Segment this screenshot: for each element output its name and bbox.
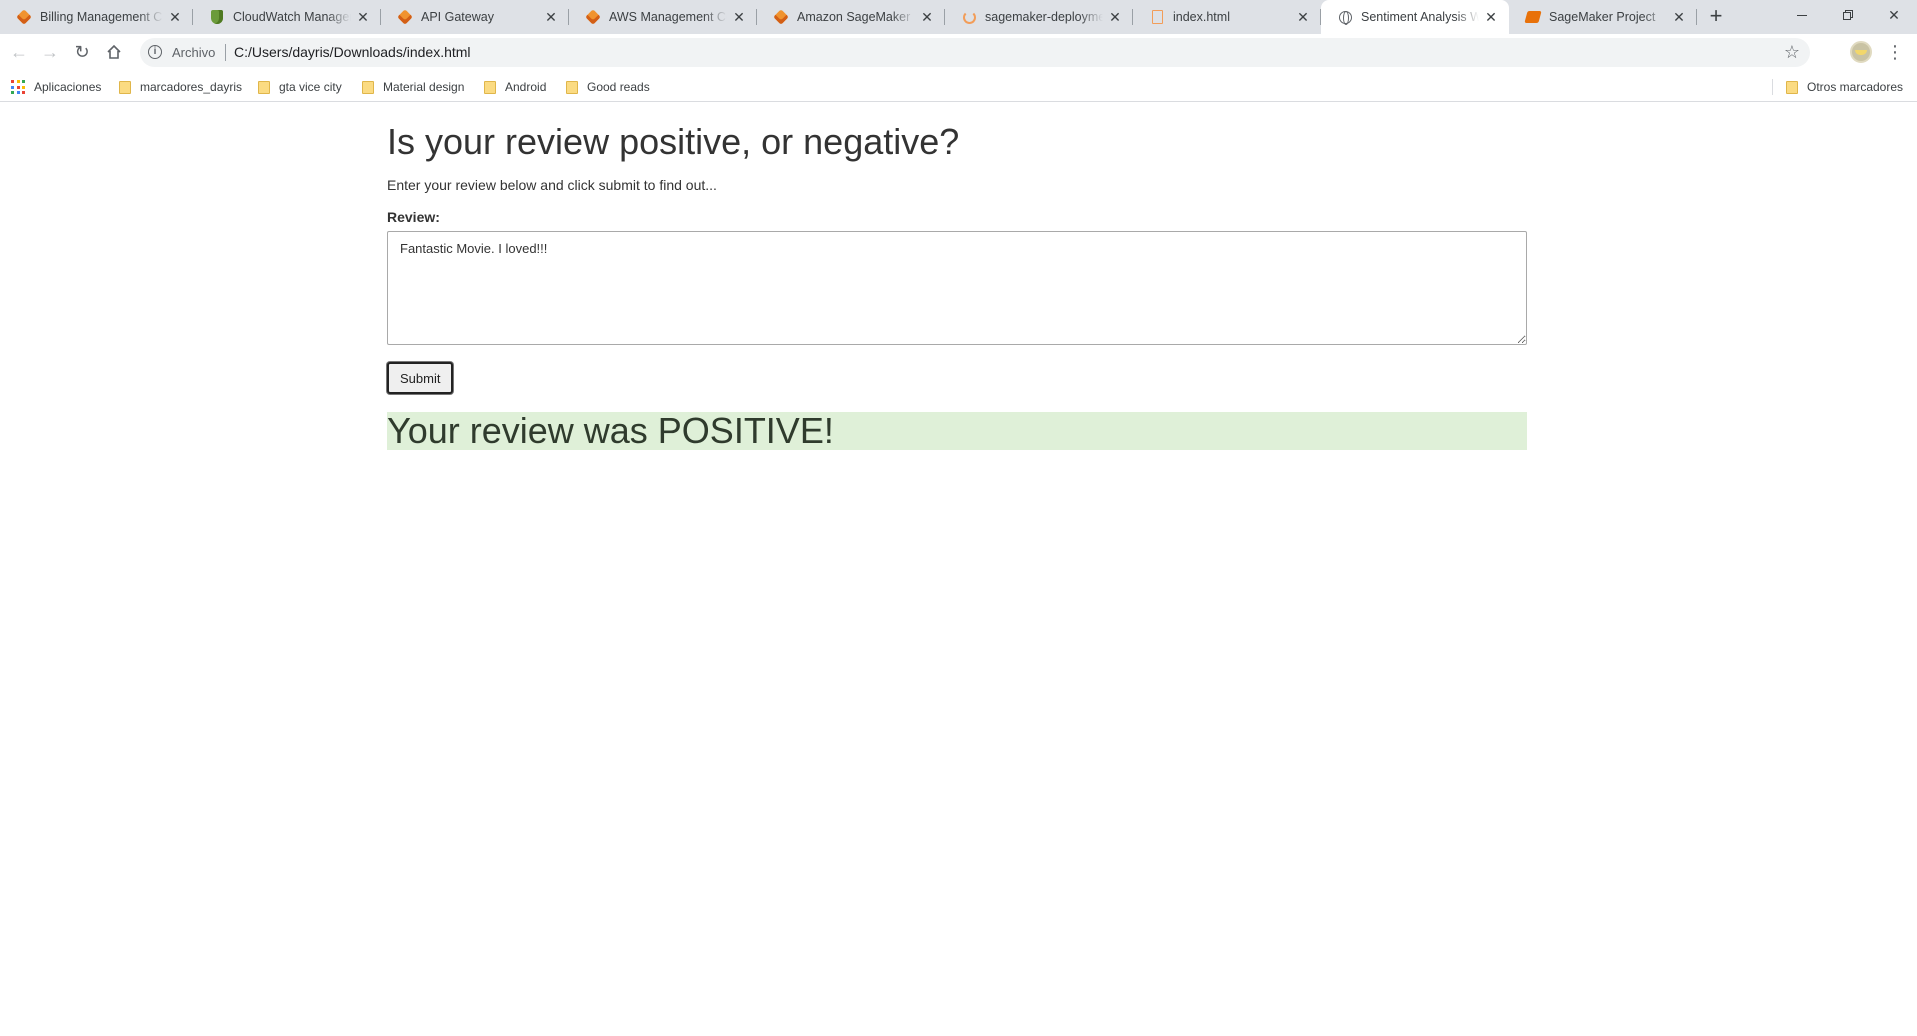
tab-title: Billing Management Co — [40, 10, 163, 24]
tab-cloudwatch[interactable]: CloudWatch Managem ✕ — [193, 0, 381, 34]
submit-button[interactable]: Submit — [387, 362, 454, 394]
back-arrow-icon: ← — [10, 41, 28, 62]
page-title: Is your review positive, or negative? — [387, 121, 960, 162]
profile-avatar[interactable] — [1850, 41, 1872, 63]
home-button[interactable] — [100, 38, 128, 66]
restore-button[interactable] — [1825, 0, 1871, 30]
bookmark-folder[interactable]: gta vice city — [258, 76, 342, 98]
tab-title: Sentiment Analysis We — [1361, 10, 1479, 24]
address-scheme-label: Archivo — [172, 45, 216, 60]
review-label: Review: — [387, 209, 440, 225]
tab-title: index.html — [1173, 10, 1230, 24]
tab-title: CloudWatch Managem — [233, 10, 351, 24]
close-icon[interactable]: ✕ — [167, 9, 183, 25]
close-icon[interactable]: ✕ — [1671, 9, 1687, 25]
folder-icon — [566, 80, 578, 94]
aws-icon — [397, 9, 413, 25]
close-window-button[interactable]: ✕ — [1871, 0, 1917, 30]
home-icon — [107, 44, 121, 59]
bookmark-label: marcadores_dayris — [140, 80, 243, 94]
bookmark-label: Good reads — [587, 80, 650, 94]
bookmark-label: gta vice city — [279, 80, 342, 94]
tab-strip: Billing Management Co ✕ CloudWatch Manag… — [0, 0, 1917, 34]
bookmark-label: Otros marcadores — [1807, 80, 1904, 94]
address-url[interactable]: C:/Users/dayris/Downloads/index.html — [234, 44, 471, 60]
aws-icon — [16, 9, 32, 25]
sagemaker-notebook-icon — [1524, 9, 1542, 25]
more-vert-icon: ⋮ — [1886, 42, 1904, 62]
bookmark-star-icon[interactable]: ☆ — [1784, 42, 1800, 62]
close-icon[interactable]: ✕ — [919, 9, 935, 25]
tab-title: AWS Management Con — [609, 10, 727, 24]
folder-icon — [119, 80, 131, 94]
tab-sagemaker-project[interactable]: SageMaker Project ✕ — [1509, 0, 1697, 34]
bookmark-label: Android — [505, 80, 547, 94]
aws-icon — [773, 9, 789, 25]
bookmarks-bar: Aplicaciones marcadores_dayris gta vice … — [0, 71, 1917, 102]
folder-icon — [258, 80, 270, 94]
tab-billing[interactable]: Billing Management Co ✕ — [0, 0, 193, 34]
bookmark-folder[interactable]: Android — [484, 76, 546, 98]
restore-icon — [1843, 10, 1853, 20]
tab-aws-console[interactable]: AWS Management Con ✕ — [569, 0, 757, 34]
new-tab-button[interactable]: + — [1703, 5, 1729, 29]
globe-icon — [1337, 9, 1353, 25]
page-viewport: Is your review positive, or negative? En… — [0, 103, 1917, 1036]
info-icon[interactable]: i — [148, 45, 162, 59]
forward-arrow-icon: → — [41, 41, 59, 62]
folder-icon — [484, 80, 496, 94]
forward-button[interactable]: → — [36, 38, 64, 66]
result-banner: Your review was POSITIVE! — [387, 412, 1527, 450]
tab-index-html[interactable]: index.html ✕ — [1133, 0, 1321, 34]
page-lead-text: Enter your review below and click submit… — [387, 177, 717, 193]
file-icon — [1149, 9, 1165, 25]
reload-button[interactable]: ↻ — [68, 38, 96, 66]
aws-icon — [585, 9, 601, 25]
bookmark-folder[interactable]: marcadores_dayris — [119, 76, 242, 98]
tab-sagemaker-deployment[interactable]: sagemaker-deploymen ✕ — [945, 0, 1133, 34]
minimize-icon — [1797, 14, 1807, 16]
bookmark-other-folder[interactable]: Otros marcadores — [1786, 76, 1903, 98]
bookmark-folder[interactable]: Good reads — [566, 76, 650, 98]
content-container: Is your review positive, or negative? En… — [387, 121, 1527, 450]
bookmark-apps[interactable]: Aplicaciones — [11, 76, 101, 98]
minimize-button[interactable] — [1779, 0, 1825, 30]
close-icon[interactable]: ✕ — [543, 9, 559, 25]
cloudwatch-icon — [209, 9, 225, 25]
tab-title: sagemaker-deploymen — [985, 10, 1103, 24]
bookmark-label: Aplicaciones — [34, 80, 102, 94]
browser-toolbar: ← → ↻ i Archivo C:/Users/dayris/Download… — [0, 34, 1917, 71]
tab-sentiment-analysis[interactable]: Sentiment Analysis We ✕ — [1321, 0, 1509, 34]
close-icon[interactable]: ✕ — [731, 9, 747, 25]
bookmark-folder[interactable]: Material design — [362, 76, 464, 98]
tab-title: Amazon SageMaker — [797, 10, 911, 24]
close-icon[interactable]: ✕ — [355, 9, 371, 25]
close-icon[interactable]: ✕ — [1295, 9, 1311, 25]
folder-icon — [362, 80, 374, 94]
browser-menu-button[interactable]: ⋮ — [1885, 38, 1905, 66]
address-bar[interactable]: i Archivo C:/Users/dayris/Downloads/inde… — [140, 38, 1810, 67]
tab-title: API Gateway — [421, 10, 494, 24]
back-button[interactable]: ← — [5, 38, 33, 66]
tab-title: SageMaker Project — [1549, 10, 1656, 24]
close-icon: ✕ — [1888, 6, 1900, 23]
close-icon[interactable]: ✕ — [1107, 9, 1123, 25]
loading-spinner-icon — [961, 9, 977, 25]
bookmark-label: Material design — [383, 80, 465, 94]
tab-amazon-sagemaker[interactable]: Amazon SageMaker ✕ — [757, 0, 945, 34]
review-textarea[interactable]: Fantastic Movie. I loved!!! — [387, 231, 1527, 345]
close-icon[interactable]: ✕ — [1483, 9, 1499, 25]
tab-api-gateway[interactable]: API Gateway ✕ — [381, 0, 569, 34]
folder-icon — [1786, 80, 1798, 94]
apps-grid-icon — [11, 80, 25, 94]
reload-icon: ↻ — [74, 41, 90, 62]
